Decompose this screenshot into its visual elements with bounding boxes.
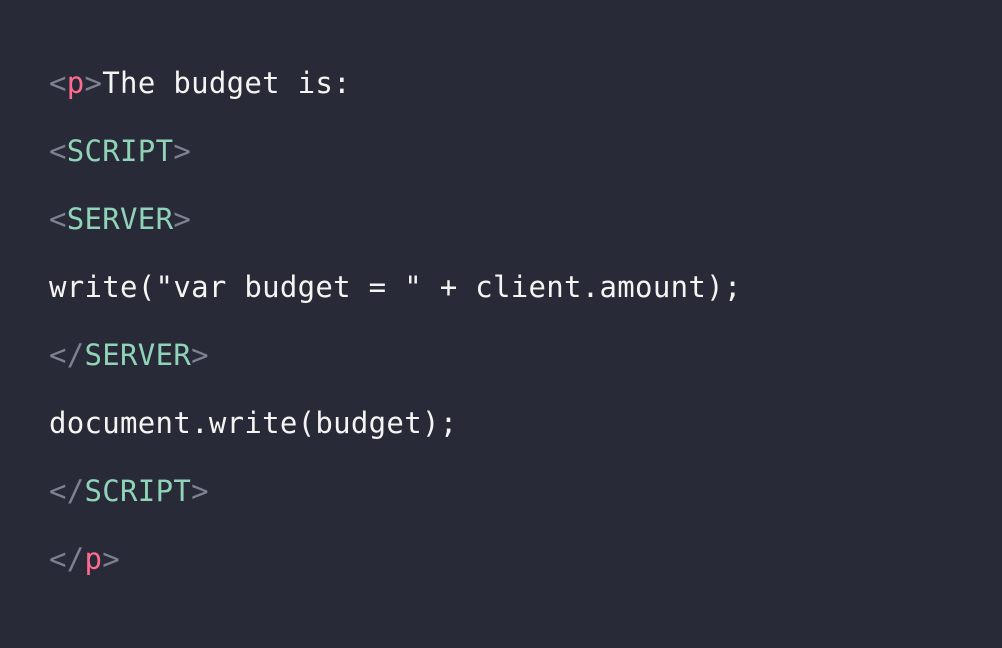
code-line-4: write("var budget = " + client.amount); [49,267,742,307]
tag-open-bracket: </ [49,338,85,372]
tag-name-server: SERVER [84,338,192,372]
tag-name-p: p [84,542,103,576]
tag-close-bracket: > [191,474,209,508]
paragraph-text: The budget is: [102,66,351,100]
code-line-7: </SCRIPT> [49,471,209,511]
code-line-8: </p> [49,539,120,579]
code-line-6: document.write(budget); [49,403,457,443]
tag-close-bracket: > [173,134,192,168]
tag-open-bracket: < [49,66,67,100]
tag-open-bracket: < [49,134,67,168]
tag-name-script: SCRIPT [84,474,192,508]
tag-open-bracket: < [49,202,67,236]
tag-name-script: SCRIPT [66,134,174,168]
tag-close-bracket: > [191,338,209,372]
server-write-statement: write("var budget = " + client.amount); [49,270,742,304]
tag-name-p: p [66,66,85,100]
tag-open-bracket: </ [49,474,85,508]
code-snippet: <p>The budget is: <SCRIPT> <SERVER> writ… [0,0,1002,648]
tag-close-bracket: > [173,202,192,236]
code-line-5: </SERVER> [49,335,209,375]
code-line-3: <SERVER> [49,199,191,239]
tag-close-bracket: > [102,542,121,576]
code-line-2: <SCRIPT> [49,131,191,171]
document-write-statement: document.write(budget); [49,406,458,440]
code-line-1: <p>The budget is: [49,63,351,103]
tag-name-server: SERVER [66,202,174,236]
tag-open-bracket: </ [49,542,85,576]
tag-close-bracket: > [84,66,103,100]
